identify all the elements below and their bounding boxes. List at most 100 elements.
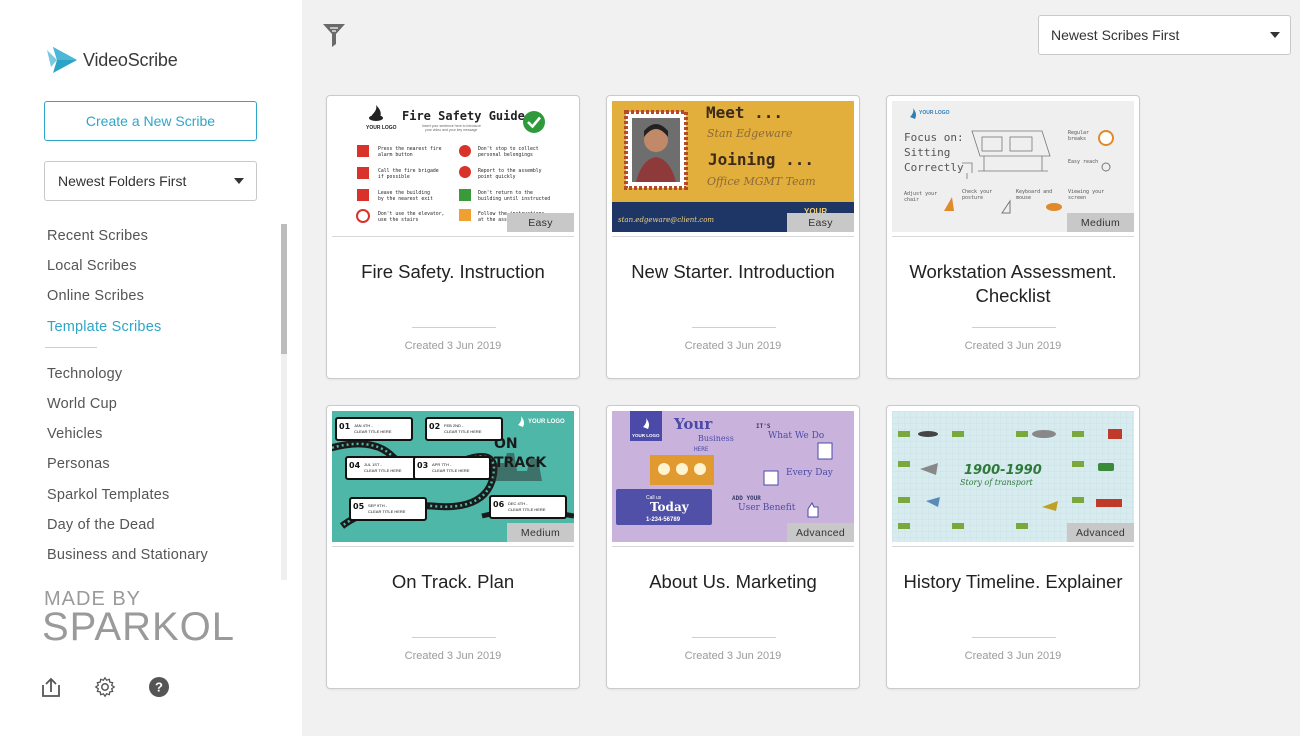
card-separator [612, 546, 854, 547]
filter-icon[interactable] [322, 22, 346, 48]
help-icon[interactable]: ? [148, 676, 170, 698]
svg-text:TRACK: TRACK [494, 455, 547, 471]
app-name: VideoScribe [83, 49, 178, 70]
svg-text:chair: chair [904, 197, 919, 203]
card-separator [892, 546, 1134, 547]
svg-text:Meet ...: Meet ... [706, 103, 783, 122]
card-created-date: Created 3 Jun 2019 [964, 340, 1062, 352]
nav-item-sparkol-templates[interactable]: Sparkol Templates [47, 483, 277, 513]
create-scribe-button[interactable]: Create a New Scribe [44, 101, 257, 141]
difficulty-badge: Easy [507, 213, 574, 232]
template-card-new-starter[interactable]: Meet ... Stan Edgeware Joining ... Offic… [606, 95, 860, 379]
svg-text:Don't return to the: Don't return to the [478, 190, 533, 196]
difficulty-badge: Easy [787, 213, 854, 232]
template-card-history-timeline[interactable]: 1900-1990 Story of transport Advanced Hi… [886, 405, 1140, 689]
card-created-date: Created 3 Jun 2019 [684, 650, 782, 662]
svg-text:CLEAR TITLE HERE: CLEAR TITLE HERE [508, 507, 546, 512]
svg-text:YOUR LOGO: YOUR LOGO [919, 110, 950, 116]
app-logo[interactable]: VideoScribe [47, 47, 178, 73]
scrollbar-thumb[interactable] [281, 224, 287, 354]
template-card-on-track[interactable]: ON TRACK YOUR LOGO 01 02 03 04 05 06 JAN… [326, 405, 580, 689]
svg-text:personal belongings: personal belongings [478, 152, 533, 158]
svg-text:Office MGMT Team: Office MGMT Team [707, 175, 816, 188]
folder-sort-select[interactable]: Newest Folders First [44, 161, 257, 201]
svg-text:Every Day: Every Day [786, 468, 834, 478]
nav-item-world-cup[interactable]: World Cup [47, 392, 277, 422]
svg-text:APR 7TH -: APR 7TH - [432, 462, 452, 467]
nav-item-day-of-the-dead[interactable]: Day of the Dead [47, 513, 277, 543]
nav-item-personas[interactable]: Personas [47, 452, 277, 482]
gear-icon[interactable] [94, 676, 116, 698]
svg-text:Sitting: Sitting [904, 146, 950, 159]
nav-item-local-scribes[interactable]: Local Scribes [47, 254, 277, 284]
svg-text:User Benefit: User Benefit [738, 503, 796, 513]
svg-text:?: ? [155, 680, 163, 695]
svg-text:Stan Edgeware: Stan Edgeware [707, 127, 793, 140]
svg-text:CLEAR TITLE HERE: CLEAR TITLE HERE [364, 468, 402, 473]
svg-text:SEP 9TH -: SEP 9TH - [368, 503, 388, 508]
card-created-date: Created 3 Jun 2019 [964, 650, 1062, 662]
videoscribe-logo-icon [47, 47, 77, 73]
difficulty-badge: Medium [1067, 213, 1134, 232]
card-created-date: Created 3 Jun 2019 [404, 650, 502, 662]
svg-text:CLEAR TITLE HERE: CLEAR TITLE HERE [368, 509, 406, 514]
thumb-heading: Fire Safety Guide [402, 109, 525, 123]
svg-text:Press the nearest fire: Press the nearest fire [378, 146, 442, 152]
template-card-about-us[interactable]: YOUR LOGO Your Business HERE Call us Tod… [606, 405, 860, 689]
card-separator [892, 236, 1134, 237]
nav-item-online-scribes[interactable]: Online Scribes [47, 284, 277, 314]
svg-text:Call the fire brigade: Call the fire brigade [378, 168, 439, 174]
folder-sort-value: Newest Folders First [58, 173, 187, 189]
svg-text:stan.edgeware@client.com: stan.edgeware@client.com [618, 216, 714, 224]
svg-text:1900-1990: 1900-1990 [964, 463, 1042, 478]
svg-text:mouse: mouse [1016, 195, 1031, 201]
card-divider [692, 637, 776, 638]
sidebar: VideoScribe Create a New Scribe Newest F… [0, 0, 302, 736]
difficulty-badge: Advanced [787, 523, 854, 542]
svg-text:Correctly: Correctly [904, 161, 964, 174]
nav-item-recent-scribes[interactable]: Recent Scribes [47, 224, 277, 254]
card-separator [612, 236, 854, 237]
svg-text:01: 01 [339, 422, 351, 431]
template-card-workstation[interactable]: YOUR LOGO Focus on: Sitting Correctly Re… [886, 95, 1140, 379]
nav-item-vehicles[interactable]: Vehicles [47, 422, 277, 452]
card-separator [332, 236, 574, 237]
scribe-sort-value: Newest Scribes First [1051, 27, 1180, 43]
card-title: Fire Safety. Instruction [361, 261, 545, 282]
card-created-date: Created 3 Jun 2019 [404, 340, 502, 352]
svg-text:Today: Today [650, 500, 690, 514]
nav-item-technology[interactable]: Technology [47, 362, 277, 392]
upload-icon[interactable] [40, 676, 62, 698]
nav-item-business-and-stationary[interactable]: Business and Stationary [47, 543, 277, 573]
svg-text:Report to the assembly: Report to the assembly [478, 168, 542, 174]
card-title: History Timeline. Explainer [903, 571, 1123, 592]
svg-text:Joining ...: Joining ... [708, 150, 814, 169]
svg-text:Leave the building: Leave the building [378, 190, 430, 196]
template-thumbnail: Meet ... Stan Edgeware Joining ... Offic… [612, 101, 854, 232]
template-card-fire-safety[interactable]: YOUR LOGO Fire Safety Guide Insert your … [326, 95, 580, 379]
folder-nav-scrollbar[interactable] [281, 224, 287, 580]
template-thumbnail: ON TRACK YOUR LOGO 01 02 03 04 05 06 JAN… [332, 411, 574, 542]
template-thumbnail: YOUR LOGO Your Business HERE Call us Tod… [612, 411, 854, 542]
svg-text:CLEAR TITLE HERE: CLEAR TITLE HERE [354, 429, 392, 434]
svg-text:Don't use the elevator,: Don't use the elevator, [378, 211, 444, 217]
svg-text:YOUR LOGO: YOUR LOGO [632, 433, 660, 438]
svg-text:IT'S: IT'S [756, 423, 771, 430]
svg-text:02: 02 [429, 422, 440, 431]
card-title: About Us. Marketing [649, 571, 817, 592]
difficulty-badge: Advanced [1067, 523, 1134, 542]
svg-text:HERE: HERE [694, 446, 709, 453]
card-divider [412, 637, 496, 638]
scribe-sort-select[interactable]: Newest Scribes First [1038, 15, 1291, 55]
card-title: On Track. Plan [391, 571, 515, 592]
card-divider [972, 637, 1056, 638]
difficulty-badge: Medium [507, 523, 574, 542]
nav-item-template-scribes[interactable]: Template Scribes [47, 315, 277, 345]
svg-text:if possible: if possible [378, 174, 410, 180]
svg-text:What We Do: What We Do [768, 431, 824, 441]
svg-text:Business: Business [698, 434, 734, 443]
svg-text:building until instructed: building until instructed [478, 196, 550, 202]
card-title: New Starter. Introduction [631, 261, 835, 282]
svg-text:breaks: breaks [1068, 136, 1086, 142]
svg-text:Don't stop to collect: Don't stop to collect [478, 146, 539, 152]
